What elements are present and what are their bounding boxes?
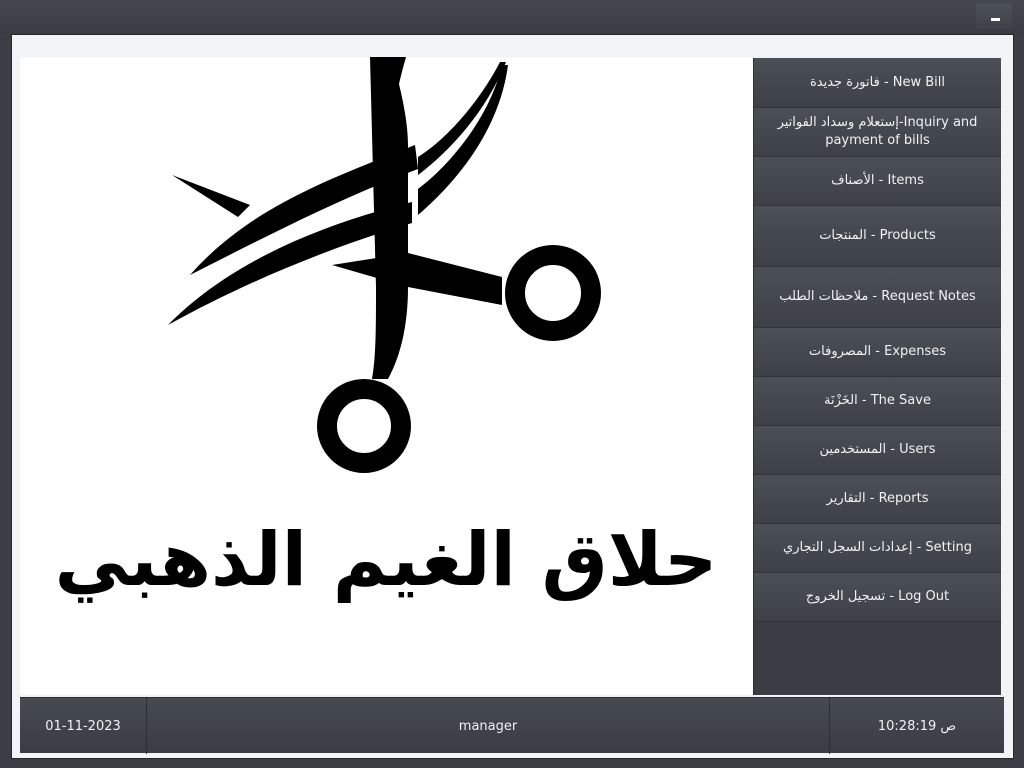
menu-reports-button[interactable]: التقارير - Reports — [754, 475, 1001, 524]
title-bar — [0, 0, 1024, 34]
blade-tip-icon — [172, 175, 250, 217]
menu-new-bill-button[interactable]: فاتورة جديدة - New Bill — [754, 58, 1001, 108]
menu-inquiry-payment-button[interactable]: إستعلام وسداد الفواتير-Inquiry and payme… — [754, 108, 1001, 157]
menu-log-out-button[interactable]: تسجيل الخروج - Log Out — [754, 573, 1001, 622]
menu-items-button[interactable]: الأصناف - Items — [754, 157, 1001, 206]
menu-request-notes-button[interactable]: ملاحظات الطلب - Request Notes — [754, 267, 1001, 328]
minimize-icon — [991, 18, 1000, 21]
menu-users-button[interactable]: المستخدمين - Users — [754, 426, 1001, 475]
scissors-icon: حلاق الغيم الذهبي — [55, 57, 718, 603]
scissors-arm-icon — [332, 253, 502, 305]
menu-the-save-button[interactable]: الخَزْنَة - The Save — [754, 377, 1001, 426]
brand-text: حلاق الغيم الذهبي — [55, 517, 718, 603]
main-menu: فاتورة جديدة - New Bill إستعلام وسداد ال… — [753, 58, 1001, 695]
status-user: manager — [458, 718, 518, 734]
finger-ring-icon — [505, 245, 601, 341]
logo-panel: حلاق الغيم الذهبي — [20, 57, 753, 695]
minimize-button[interactable] — [976, 3, 1012, 29]
finger-ring-icon — [317, 379, 411, 473]
curved-blade-icon — [418, 65, 508, 215]
status-date: 01-11-2023 — [45, 718, 121, 734]
menu-expenses-button[interactable]: المصروفات - Expenses — [754, 328, 1001, 377]
app-window: حلاق الغيم الذهبي فاتورة جديدة - New Bil… — [0, 0, 1024, 768]
status-bar: 01-11-2023 manager 10:28:19 ص — [20, 697, 1004, 754]
menu-products-button[interactable]: المنتجات - Products — [754, 206, 1001, 267]
status-time: 10:28:19 ص — [877, 718, 957, 734]
menu-setting-button[interactable]: إعدادات السجل التجاري - Setting — [754, 524, 1001, 573]
